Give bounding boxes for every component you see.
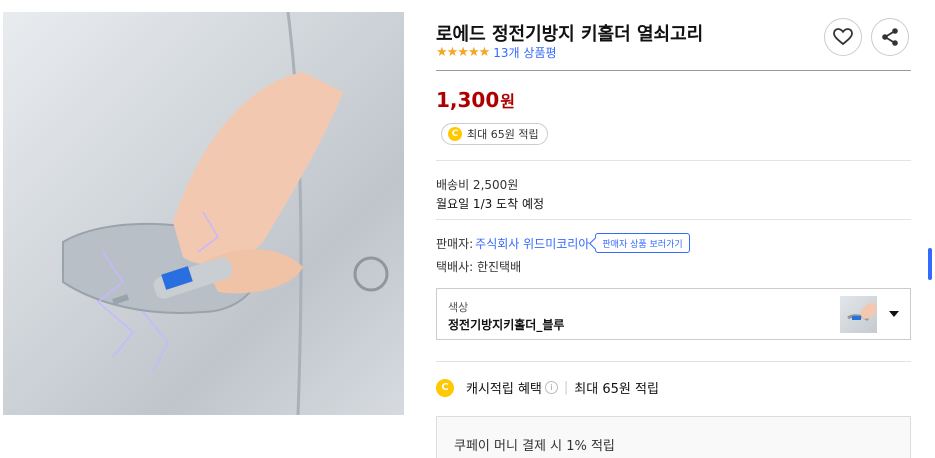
seller-products-button[interactable]: 판매자 상품 보러가기 xyxy=(595,233,690,253)
seller-label: 판매자: xyxy=(436,236,474,251)
price-currency: 원 xyxy=(500,92,515,111)
share-button[interactable] xyxy=(871,18,909,56)
share-icon xyxy=(882,28,898,46)
title-divider xyxy=(436,70,911,71)
rating-row: ★★★★★ 13개 상품평 xyxy=(436,44,557,61)
wishlist-button[interactable] xyxy=(824,18,862,56)
rating-stars: ★★★★★ xyxy=(436,45,490,60)
price-amount: 1,300 xyxy=(436,88,500,112)
cash-benefit-label: 캐시적립 혜택 xyxy=(466,382,542,397)
shipping-divider xyxy=(436,219,911,220)
option-divider xyxy=(436,361,911,362)
option-thumbnail-illustration xyxy=(847,302,876,322)
heart-icon xyxy=(833,28,853,46)
product-photo-illustration xyxy=(62,12,389,415)
coin-icon: C xyxy=(448,127,462,141)
coupay-text: 쿠페이 머니 결제 시 1% 적립 xyxy=(454,439,615,454)
coupay-benefit-box: 쿠페이 머니 결제 시 1% 적립 xyxy=(436,416,911,458)
scroll-indicator[interactable] xyxy=(928,248,932,280)
option-label: 색상 xyxy=(448,301,469,314)
cash-benefit-detail: 최대 65원 적립 xyxy=(574,382,659,397)
product-title: 로에드 정전기방지 키홀더 열쇠고리 xyxy=(436,24,704,45)
shipping-fee: 배송비 2,500원 xyxy=(436,178,519,192)
coin-icon: C xyxy=(436,378,454,397)
info-icon[interactable]: i xyxy=(544,381,558,394)
option-thumbnail xyxy=(840,296,877,333)
courier: 택배사: 한진택배 xyxy=(436,260,522,274)
arrival-date: 월요일 1/3 도착 예정 xyxy=(436,197,545,211)
option-value: 정전기방지키홀더_블루 xyxy=(448,318,565,332)
chevron-down-icon[interactable] xyxy=(889,311,899,317)
price: 1,300 원 xyxy=(436,88,515,112)
product-image[interactable] xyxy=(3,12,404,415)
price-divider xyxy=(436,160,911,161)
cash-reward-badge: C 최대 65원 적립 xyxy=(441,123,548,145)
seller-row: 판매자: 주식회사 위드미코리아 판매자 상품 보러가기 xyxy=(436,233,690,253)
seller-name-link[interactable]: 주식회사 위드미코리아 xyxy=(475,235,589,252)
cash-reward-text: 최대 65원 적립 xyxy=(467,128,539,141)
cash-benefit-row: C 캐시적립 혜택 i | 최대 65원 적립 xyxy=(436,378,659,397)
option-select[interactable]: 색상 정전기방지키홀더_블루 xyxy=(436,288,911,340)
separator: | xyxy=(563,380,569,395)
review-count-link[interactable]: 13개 상품평 xyxy=(493,44,556,61)
